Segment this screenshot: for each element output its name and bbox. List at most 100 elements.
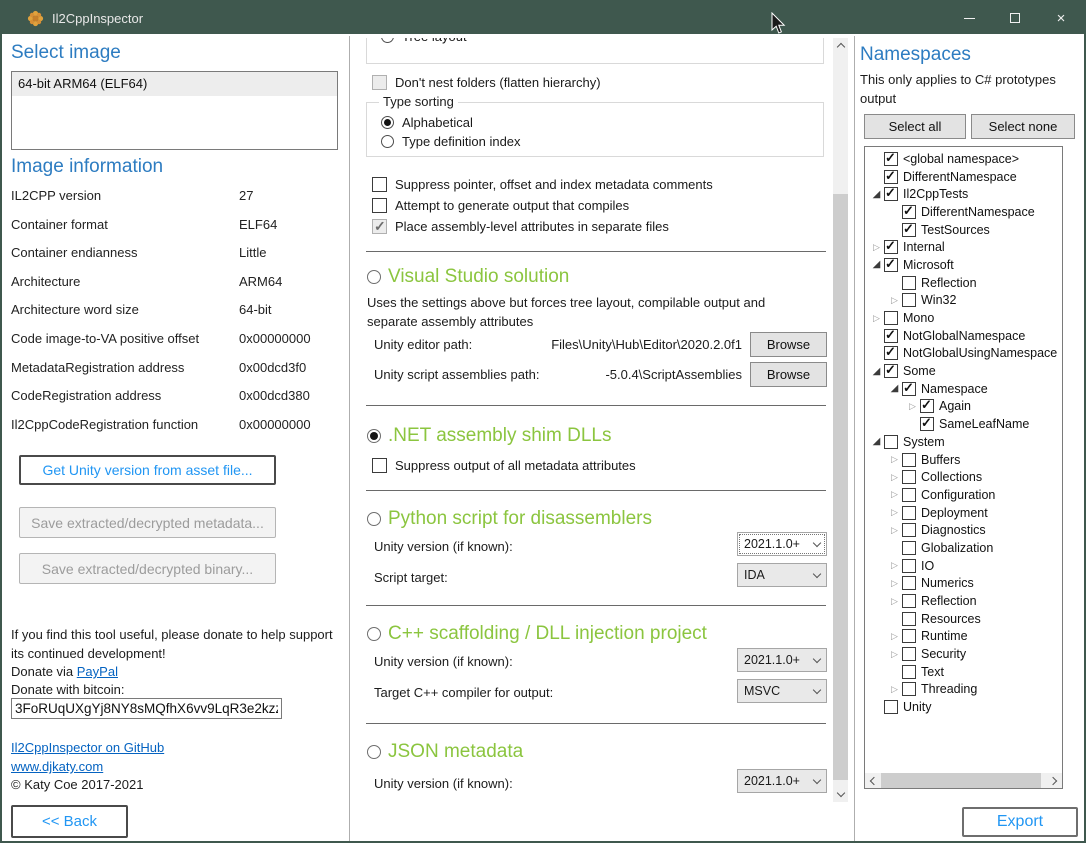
tree-item-checkbox[interactable] <box>902 629 916 643</box>
tree-item-checkbox[interactable] <box>902 205 916 219</box>
tree-item-checkbox[interactable] <box>902 223 916 237</box>
center-scrollbar-thumb[interactable] <box>833 194 848 780</box>
paypal-link[interactable]: PayPal <box>77 664 118 679</box>
collapsed-expander-icon[interactable]: ▷ <box>887 505 902 520</box>
scroll-down-arrow[interactable] <box>833 787 848 802</box>
tree-item-checkbox[interactable] <box>884 346 898 360</box>
tree-item-checkbox[interactable] <box>884 311 898 325</box>
scroll-up-arrow[interactable] <box>833 38 848 53</box>
image-list-item-selected[interactable]: 64-bit ARM64 (ELF64) <box>12 72 337 96</box>
assembly-attributes-option[interactable]: Place assembly-level attributes in separ… <box>372 219 669 234</box>
collapsed-expander-icon[interactable]: ▷ <box>887 452 902 467</box>
website-link[interactable]: www.djkaty.com <box>11 759 103 774</box>
minimize-button[interactable] <box>946 2 992 34</box>
tree-item[interactable]: ▷Internal <box>867 238 1061 256</box>
close-button[interactable]: × <box>1038 2 1084 34</box>
tree-item[interactable]: Unity <box>867 698 1061 716</box>
tree-h-scrollbar[interactable] <box>865 773 1062 788</box>
tree-item-checkbox[interactable] <box>902 506 916 520</box>
tree-item[interactable]: ◢Microsoft <box>867 256 1061 274</box>
tree-item[interactable]: <global namespace> <box>867 150 1061 168</box>
tree-item-checkbox[interactable] <box>884 258 898 272</box>
python-script-section-header[interactable]: Python script for disassemblers <box>367 508 652 530</box>
json-metadata-section-header[interactable]: JSON metadata <box>367 741 523 763</box>
tree-item[interactable]: ▷Collections <box>867 468 1061 486</box>
tree-item-checkbox[interactable] <box>902 488 916 502</box>
tree-item[interactable]: ▷Mono <box>867 309 1061 327</box>
tree-item[interactable]: Reflection <box>867 274 1061 292</box>
collapsed-expander-icon[interactable]: ▷ <box>887 293 902 308</box>
tree-item-checkbox[interactable] <box>902 576 916 590</box>
tree-item-checkbox[interactable] <box>902 612 916 626</box>
center-scrollbar[interactable] <box>833 38 848 802</box>
tree-item-checkbox[interactable] <box>902 682 916 696</box>
tree-item[interactable]: ▷Win32 <box>867 292 1061 310</box>
save-binary-button[interactable]: Save extracted/decrypted binary... <box>19 553 276 584</box>
type-definition-index-option[interactable]: Type definition index <box>381 134 521 149</box>
tree-item[interactable]: ▷Numerics <box>867 575 1061 593</box>
json-metadata-radio[interactable] <box>367 745 381 759</box>
tree-item-checkbox[interactable] <box>902 665 916 679</box>
tree-item[interactable]: ▷Again <box>867 398 1061 416</box>
tree-item-checkbox[interactable] <box>884 152 898 166</box>
expanded-expander-icon[interactable]: ◢ <box>869 364 884 379</box>
suppress-metadata-attributes-option[interactable]: Suppress output of all metadata attribut… <box>372 458 636 473</box>
collapsed-expander-icon[interactable]: ▷ <box>887 647 902 662</box>
collapsed-expander-icon[interactable]: ▷ <box>887 470 902 485</box>
flatten-option[interactable]: Don't nest folders (flatten hierarchy) <box>372 75 601 90</box>
tree-item[interactable]: ◢System <box>867 433 1061 451</box>
compilable-output-checkbox[interactable] <box>372 198 387 213</box>
collapsed-expander-icon[interactable]: ▷ <box>887 487 902 502</box>
suppress-metadata-attributes-checkbox[interactable] <box>372 458 387 473</box>
namespace-tree[interactable]: <global namespace>DifferentNamespace◢Il2… <box>864 146 1063 789</box>
get-unity-version-button[interactable]: Get Unity version from asset file... <box>19 455 276 485</box>
image-listbox[interactable]: 64-bit ARM64 (ELF64) <box>11 71 338 150</box>
collapsed-expander-icon[interactable]: ▷ <box>887 682 902 697</box>
tree-item-checkbox[interactable] <box>902 523 916 537</box>
save-metadata-button[interactable]: Save extracted/decrypted metadata... <box>19 507 276 538</box>
tree-item[interactable]: ▷Deployment <box>867 504 1061 522</box>
alphabetical-radio[interactable] <box>381 116 394 129</box>
tree-item[interactable]: ▷IO <box>867 557 1061 575</box>
tree-layout-radio[interactable] <box>381 38 394 43</box>
scroll-right-arrow[interactable] <box>1047 773 1062 788</box>
cpp-compiler-select[interactable]: MSVC <box>737 679 827 703</box>
collapsed-expander-icon[interactable]: ▷ <box>887 523 902 538</box>
tree-item-checkbox[interactable] <box>920 417 934 431</box>
tree-item-checkbox[interactable] <box>902 382 916 396</box>
tree-item[interactable]: ▷Buffers <box>867 451 1061 469</box>
tree-item[interactable]: Resources <box>867 610 1061 628</box>
alphabetical-option[interactable]: Alphabetical <box>381 115 473 130</box>
suppress-comments-checkbox[interactable] <box>372 177 387 192</box>
scroll-left-arrow[interactable] <box>865 773 880 788</box>
maximize-button[interactable] <box>992 2 1038 34</box>
collapsed-expander-icon[interactable]: ▷ <box>905 399 920 414</box>
compilable-output-option[interactable]: Attempt to generate output that compiles <box>372 198 629 213</box>
tree-item[interactable]: DifferentNamespace <box>867 168 1061 186</box>
tree-item-checkbox[interactable] <box>902 541 916 555</box>
tree-item[interactable]: ◢Il2CppTests <box>867 185 1061 203</box>
collapsed-expander-icon[interactable]: ▷ <box>887 629 902 644</box>
assembly-attributes-checkbox[interactable] <box>372 219 387 234</box>
tree-item[interactable]: ▷Runtime <box>867 628 1061 646</box>
back-button[interactable]: << Back <box>11 805 128 838</box>
type-definition-index-radio[interactable] <box>381 135 394 148</box>
bitcoin-address-input[interactable] <box>11 698 282 719</box>
tree-item[interactable]: ▷Threading <box>867 681 1061 699</box>
tree-item-checkbox[interactable] <box>920 399 934 413</box>
expanded-expander-icon[interactable]: ◢ <box>869 257 884 272</box>
tree-item[interactable]: NotGlobalUsingNamespace <box>867 345 1061 363</box>
tree-item[interactable]: Text <box>867 663 1061 681</box>
expanded-expander-icon[interactable]: ◢ <box>869 187 884 202</box>
select-none-button[interactable]: Select none <box>971 114 1075 139</box>
tree-item-checkbox[interactable] <box>902 559 916 573</box>
tree-item[interactable]: NotGlobalNamespace <box>867 327 1061 345</box>
tree-item-checkbox[interactable] <box>902 647 916 661</box>
suppress-comments-option[interactable]: Suppress pointer, offset and index metad… <box>372 177 713 192</box>
tree-item[interactable]: SameLeafName <box>867 415 1061 433</box>
export-button[interactable]: Export <box>962 807 1078 837</box>
flatten-checkbox[interactable] <box>372 75 387 90</box>
tree-item-checkbox[interactable] <box>884 240 898 254</box>
tree-item-checkbox[interactable] <box>884 187 898 201</box>
collapsed-expander-icon[interactable]: ▷ <box>887 558 902 573</box>
